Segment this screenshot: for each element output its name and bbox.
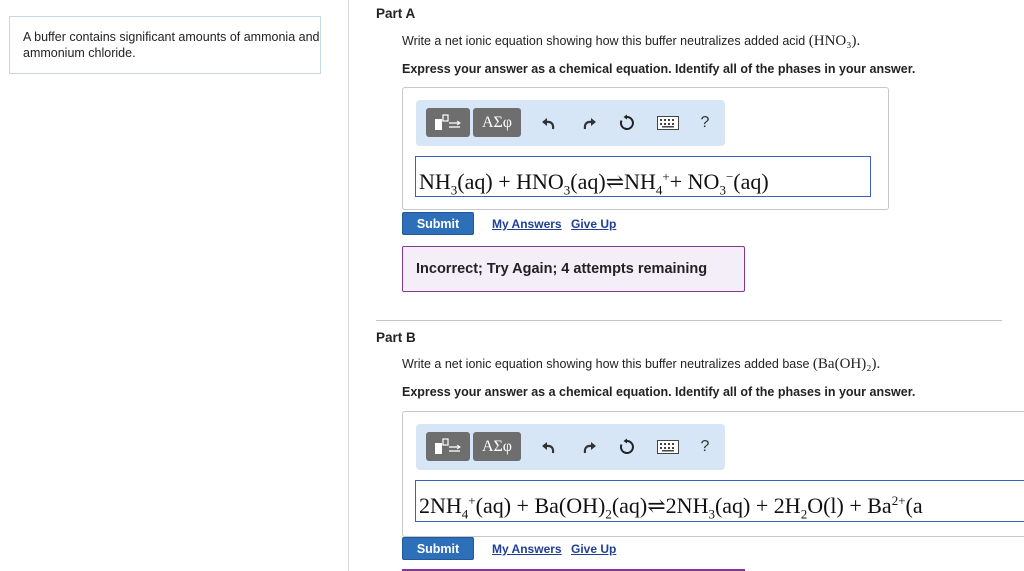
section-divider <box>376 320 1002 321</box>
part-b-my-answers-link[interactable]: My Answers <box>492 542 562 556</box>
sidebar-divider <box>348 0 349 571</box>
part-a-feedback-message: Incorrect; Try Again; 4 attempts remaini… <box>402 246 745 292</box>
redo-icon[interactable] <box>578 435 600 459</box>
part-b-prompt-formula: (Ba(OH)₂). <box>812 356 881 372</box>
part-a-prompt-text: Write a net ionic equation showing how t… <box>402 34 806 48</box>
part-a-answer-field[interactable]: NH3(aq) + HNO3(aq)⇌NH4++ NO3−(aq) <box>415 156 871 197</box>
problem-text: A buffer contains significant amounts of… <box>23 30 320 60</box>
templates-button[interactable] <box>426 108 470 137</box>
reset-icon[interactable] <box>616 111 638 135</box>
undo-icon[interactable] <box>538 435 560 459</box>
problem-statement: A buffer contains significant amounts of… <box>9 16 321 74</box>
undo-icon[interactable] <box>538 111 560 135</box>
part-a-editor-toolbar: ΑΣφ ? <box>416 100 725 146</box>
part-b-instruction: Express your answer as a chemical equati… <box>402 385 916 399</box>
part-b-equation-editor: ΑΣφ ? 2NH4+(aq) + Ba(OH)2(aq)⇌2NH3(aq) +… <box>402 411 1024 537</box>
part-a-title: Part A <box>376 6 416 21</box>
templates-icon <box>435 437 461 454</box>
part-b-submit-button[interactable]: Submit <box>402 537 474 560</box>
part-b-give-up-link[interactable]: Give Up <box>571 542 616 556</box>
part-a-prompt: Write a net ionic equation showing how t… <box>402 33 860 50</box>
part-a-give-up-link[interactable]: Give Up <box>571 217 616 231</box>
part-b-title: Part B <box>376 330 416 345</box>
redo-icon[interactable] <box>578 111 600 135</box>
templates-icon <box>435 113 461 130</box>
keyboard-icon[interactable] <box>656 111 680 135</box>
templates-button[interactable] <box>426 432 470 461</box>
part-b-prompt: Write a net ionic equation showing how t… <box>402 356 880 373</box>
greek-symbols-button[interactable]: ΑΣφ <box>473 432 521 461</box>
help-icon[interactable]: ? <box>694 111 716 135</box>
part-b-answer-field[interactable]: 2NH4+(aq) + Ba(OH)2(aq)⇌2NH3(aq) + 2H2O(… <box>415 480 1024 522</box>
part-a-submit-button[interactable]: Submit <box>402 212 474 235</box>
greek-symbols-button[interactable]: ΑΣφ <box>473 108 521 137</box>
part-a-equation-editor: ΑΣφ ? NH3(aq) + HNO3(aq)⇌NH4++ NO3−(aq) <box>402 87 889 210</box>
part-a-instruction: Express your answer as a chemical equati… <box>402 62 916 76</box>
keyboard-icon[interactable] <box>656 435 680 459</box>
part-b-prompt-text: Write a net ionic equation showing how t… <box>402 357 810 371</box>
part-a-prompt-formula: (HNO₃). <box>808 33 861 49</box>
reset-icon[interactable] <box>616 435 638 459</box>
part-a-my-answers-link[interactable]: My Answers <box>492 217 562 231</box>
help-icon[interactable]: ? <box>694 435 716 459</box>
part-b-editor-toolbar: ΑΣφ ? <box>416 424 725 470</box>
